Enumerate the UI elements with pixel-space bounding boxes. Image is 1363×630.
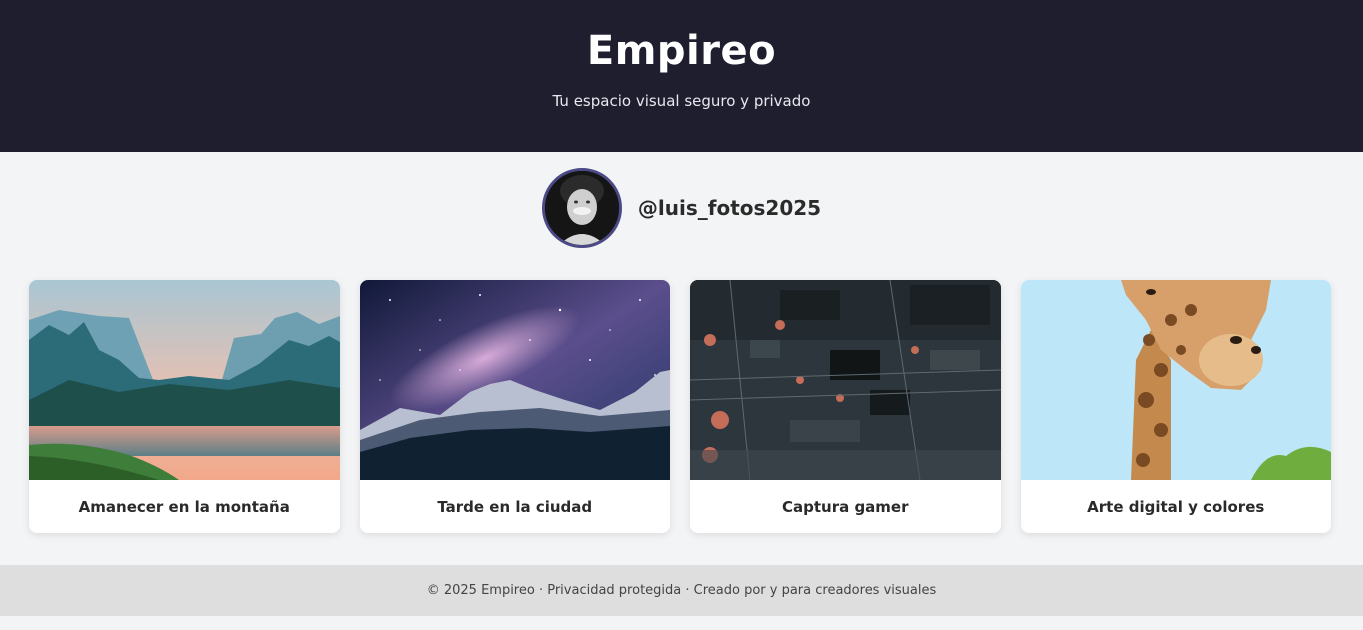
card-caption: Amanecer en la montaña <box>78 498 290 516</box>
site-title: Empireo <box>586 28 777 74</box>
footer-text: © 2025 Empireo · Privacidad protegida · … <box>426 583 937 598</box>
starry-mountain-image <box>359 280 670 480</box>
gallery-card[interactable]: Tarde en la ciudad <box>359 280 670 533</box>
circuit-board-image <box>690 280 1001 480</box>
gallery-card[interactable]: Captura gamer <box>690 280 1001 533</box>
profile-section: @luis_fotos2025 <box>0 152 1363 280</box>
card-caption: Captura gamer <box>781 498 909 516</box>
card-caption: Tarde en la ciudad <box>437 498 593 516</box>
photo-gallery: Amanecer en la montaña Tarde en la ciuda… <box>0 280 1363 533</box>
card-caption: Arte digital y colores <box>1087 498 1265 516</box>
giraffe-image <box>1020 280 1331 480</box>
avatar[interactable] <box>541 168 622 248</box>
site-tagline: Tu espacio visual seguro y privado <box>552 92 811 110</box>
gallery-card[interactable]: Amanecer en la montaña <box>29 280 340 533</box>
avatar-photo-icon <box>544 171 619 245</box>
site-header: Empireo Tu espacio visual seguro y priva… <box>0 0 1363 152</box>
site-footer: © 2025 Empireo · Privacidad protegida · … <box>0 565 1363 616</box>
username[interactable]: @luis_fotos2025 <box>638 168 821 248</box>
mountain-lake-image <box>29 280 340 480</box>
gallery-card[interactable]: Arte digital y colores <box>1020 280 1331 533</box>
